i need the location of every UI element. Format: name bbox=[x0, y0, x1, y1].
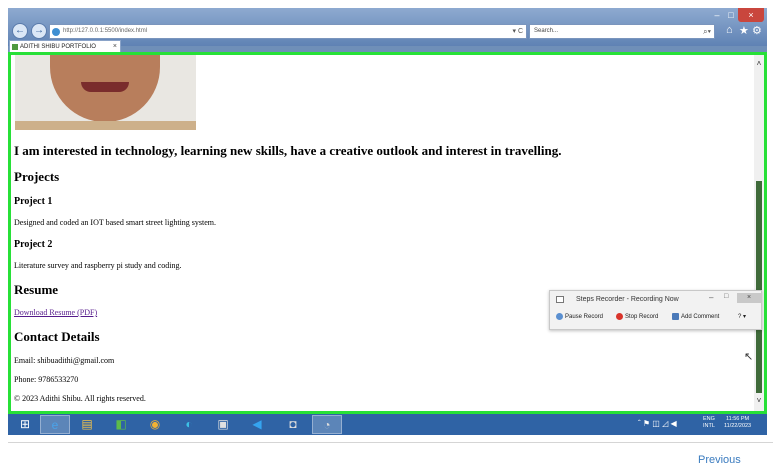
vertical-scrollbar[interactable]: ˄ ˅ bbox=[754, 55, 764, 411]
neck-shape bbox=[15, 121, 196, 130]
minimize-button[interactable]: – bbox=[710, 8, 724, 22]
copyright-text: © 2023 Adithi Shibu. All rights reserved… bbox=[14, 394, 146, 403]
close-window-button[interactable]: × bbox=[738, 8, 764, 22]
screen: – □ × ← → http://127.0.0.1:5500/index.ht… bbox=[8, 8, 767, 435]
keyboard-layout: INTL bbox=[703, 423, 715, 429]
smile-shape bbox=[81, 82, 129, 92]
vscode-icon[interactable]: ◀ bbox=[242, 415, 272, 434]
project-title: Project 2 bbox=[14, 239, 53, 250]
stop-icon bbox=[616, 313, 623, 320]
search-placeholder: Search... bbox=[534, 28, 559, 34]
add-comment-label: Add Comment bbox=[681, 314, 720, 321]
stop-record-button[interactable]: Stop Record bbox=[616, 313, 658, 320]
store-icon[interactable]: ◧ bbox=[106, 415, 136, 434]
scroll-up-icon[interactable]: ˄ bbox=[754, 59, 764, 68]
stop-record-label: Stop Record bbox=[625, 314, 659, 321]
project-description: Designed and coded an IOT based smart st… bbox=[14, 218, 217, 227]
language-code: ENG bbox=[703, 416, 715, 422]
pause-record-button[interactable]: Pause Record bbox=[556, 313, 603, 320]
project-description: Literature survey and raspberry pi study… bbox=[14, 261, 182, 270]
chrome-icon[interactable]: ◉ bbox=[140, 415, 170, 434]
steps-recorder-app-icon bbox=[556, 296, 564, 303]
back-button[interactable]: ← bbox=[12, 23, 28, 39]
browser-titlebar: – □ × ← → http://127.0.0.1:5500/index.ht… bbox=[8, 8, 767, 53]
clock-time: 11:56 PM bbox=[725, 416, 750, 422]
projects-heading: Projects bbox=[14, 169, 60, 184]
project-title: Project 1 bbox=[14, 196, 53, 207]
steps-recorder-window: Steps Recorder - Recording Now – □ × Pau… bbox=[549, 290, 762, 330]
gear-icon[interactable]: ⚙ bbox=[752, 24, 762, 37]
steps-recorder-title: Steps Recorder - Recording Now bbox=[576, 296, 679, 303]
address-text: http://127.0.0.1:5500/index.html bbox=[63, 28, 148, 34]
edge-icon[interactable]: ◐ bbox=[174, 415, 204, 434]
internet-explorer-icon[interactable]: e bbox=[40, 415, 70, 434]
pause-icon bbox=[556, 313, 563, 320]
favicon-icon bbox=[12, 44, 18, 50]
windows-start-icon[interactable]: ⊞ bbox=[10, 415, 40, 434]
search-icon[interactable]: ⌕▾ bbox=[703, 25, 711, 38]
comment-icon bbox=[672, 313, 679, 320]
app-icon[interactable]: ▣ bbox=[208, 415, 238, 434]
language-indicator[interactable]: ENG INTL bbox=[703, 416, 715, 430]
steps-close-button[interactable]: × bbox=[737, 293, 761, 303]
phone-text: Phone: 9786533270 bbox=[14, 375, 79, 384]
email-text: Email: shibuadithi@gmail.com bbox=[14, 356, 115, 365]
maximize-button[interactable]: □ bbox=[724, 8, 738, 22]
scroll-down-icon[interactable]: ˅ bbox=[754, 396, 764, 405]
page-icon bbox=[52, 28, 60, 36]
tab-title: ADITHI SHIBU PORTFOLIO bbox=[20, 44, 96, 50]
scrollbar-thumb[interactable] bbox=[756, 181, 762, 393]
profile-photo bbox=[15, 55, 196, 130]
steps-maximize-button[interactable]: □ bbox=[724, 293, 728, 300]
search-input[interactable]: Search... ⌕▾ bbox=[529, 24, 715, 39]
download-resume-link[interactable]: Download Resume (PDF) bbox=[14, 308, 97, 317]
pause-record-label: Pause Record bbox=[565, 314, 604, 321]
clock[interactable]: 11:56 PM 11/22/2023 bbox=[724, 416, 751, 430]
star-icon[interactable]: ★ bbox=[739, 24, 749, 37]
resume-heading: Resume bbox=[14, 282, 59, 297]
refresh-dropdown-icon[interactable]: ▾ C bbox=[512, 25, 523, 38]
intro-heading: I am interested in technology, learning … bbox=[14, 143, 562, 158]
system-tray-icons[interactable]: ˆ ⚑ ◫ ◿ ◀ bbox=[638, 419, 677, 428]
page-viewport: I am interested in technology, learning … bbox=[8, 52, 767, 414]
contact-heading: Contact Details bbox=[14, 329, 100, 344]
taskbar: ⊞ e ▤ ◧ ◉ ◐ ▣ ◀ ◘ ◔ ˆ ⚑ ◫ ◿ ◀ ENG INTL 1… bbox=[8, 414, 767, 435]
steps-recorder-icon[interactable]: ◔ bbox=[312, 415, 342, 434]
add-comment-button[interactable]: Add Comment bbox=[672, 313, 719, 320]
camera-icon[interactable]: ◘ bbox=[278, 415, 308, 434]
footer-divider bbox=[8, 442, 773, 443]
clock-date: 11/22/2023 bbox=[724, 423, 752, 429]
address-bar[interactable]: http://127.0.0.1:5500/index.html ▾ C bbox=[49, 24, 527, 39]
steps-minimize-button[interactable]: – bbox=[709, 293, 713, 302]
previous-link[interactable]: Previous bbox=[698, 454, 741, 466]
home-icon[interactable]: ⌂ bbox=[726, 24, 733, 36]
forward-button[interactable]: → bbox=[31, 23, 47, 39]
file-explorer-icon[interactable]: ▤ bbox=[72, 415, 102, 434]
help-dropdown-icon[interactable]: ? ▾ bbox=[738, 313, 746, 320]
mouse-cursor-icon: ↖ bbox=[744, 351, 754, 363]
